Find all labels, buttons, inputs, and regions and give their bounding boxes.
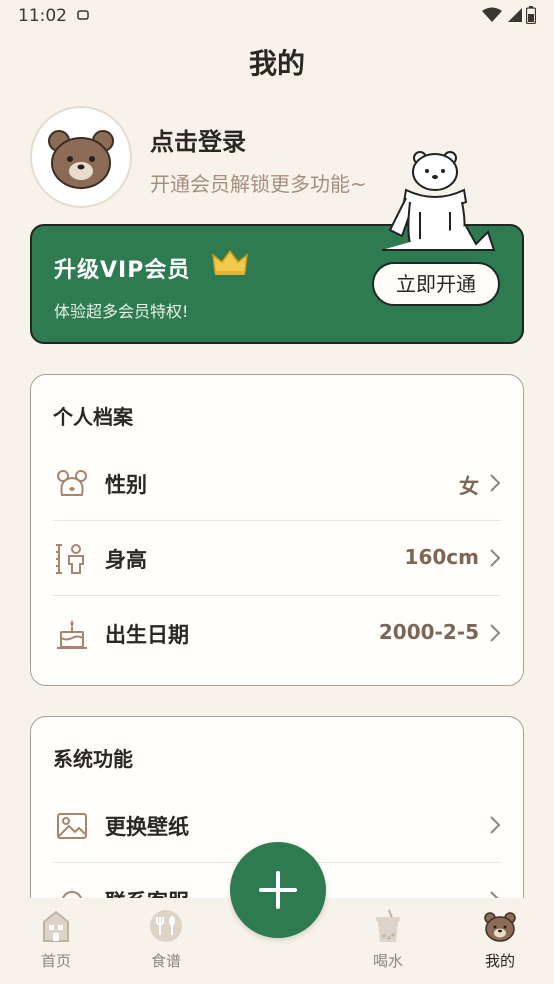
tab-mine[interactable]: 我的 (460, 908, 540, 978)
gender-value: 女 (459, 474, 479, 498)
signal-icon (508, 8, 522, 22)
polar-bear-sticker (382, 151, 496, 251)
bear-avatar-icon (48, 130, 114, 189)
login-subtitle: 开通会员解锁更多功能~ (150, 172, 367, 196)
page-title: 我的 (248, 47, 305, 80)
status-bar: 11:02 (0, 0, 554, 32)
home-icon (43, 910, 69, 942)
tab-recipe-label: 食谱 (150, 952, 181, 970)
open-vip-button[interactable]: 立即开通 (372, 262, 500, 306)
tab-mine-label: 我的 (484, 952, 515, 970)
birthday-row[interactable]: 出生日期 2000-2-5 (53, 597, 501, 671)
recipe-icon (150, 910, 182, 942)
cake-icon (57, 620, 87, 649)
bear-icon (57, 470, 87, 496)
row-divider (53, 595, 501, 596)
height-row[interactable]: 身高 160cm (53, 522, 501, 596)
chevron-right-icon (490, 474, 501, 492)
add-button[interactable] (230, 842, 326, 938)
notification-icon (77, 10, 89, 20)
tab-recipe[interactable]: 食谱 (126, 908, 206, 978)
picture-icon (57, 813, 87, 839)
wifi-icon (482, 7, 502, 22)
plus-icon (259, 871, 297, 909)
avatar[interactable] (30, 106, 132, 208)
system-features-title: 系统功能 (53, 747, 133, 771)
chevron-right-icon (490, 549, 501, 567)
chevron-right-icon (490, 624, 501, 642)
status-time: 11:02 (18, 6, 67, 26)
height-value: 160cm (404, 545, 479, 569)
birthday-label: 出生日期 (105, 623, 189, 647)
personal-profile-title: 个人档案 (53, 405, 133, 429)
vip-title: 升级VIP会员 (54, 258, 191, 283)
drink-icon (376, 909, 400, 942)
login-title[interactable]: 点击登录 (150, 122, 246, 157)
wallpaper-label: 更换壁纸 (105, 815, 189, 839)
tab-home[interactable]: 首页 (16, 908, 96, 978)
chevron-right-icon (490, 816, 501, 834)
tab-drink[interactable]: 喝水 (348, 908, 428, 978)
status-icons (482, 6, 536, 24)
birthday-value: 2000-2-5 (378, 620, 479, 644)
tab-drink-label: 喝水 (372, 952, 403, 970)
battery-icon (526, 6, 536, 24)
crown-icon (212, 249, 248, 275)
gender-row[interactable]: 性别 女 (53, 447, 501, 521)
vip-subtitle: 体验超多会员特权! (54, 302, 189, 321)
gender-label: 性别 (105, 473, 147, 497)
row-divider (53, 520, 501, 521)
height-label: 身高 (105, 548, 147, 572)
personal-profile-card: 个人档案 性别 女 身高 160cm 出生日期 2000-2-5 (30, 374, 524, 686)
height-icon (56, 544, 84, 574)
tab-home-label: 首页 (40, 952, 71, 970)
bear-icon (484, 912, 516, 942)
